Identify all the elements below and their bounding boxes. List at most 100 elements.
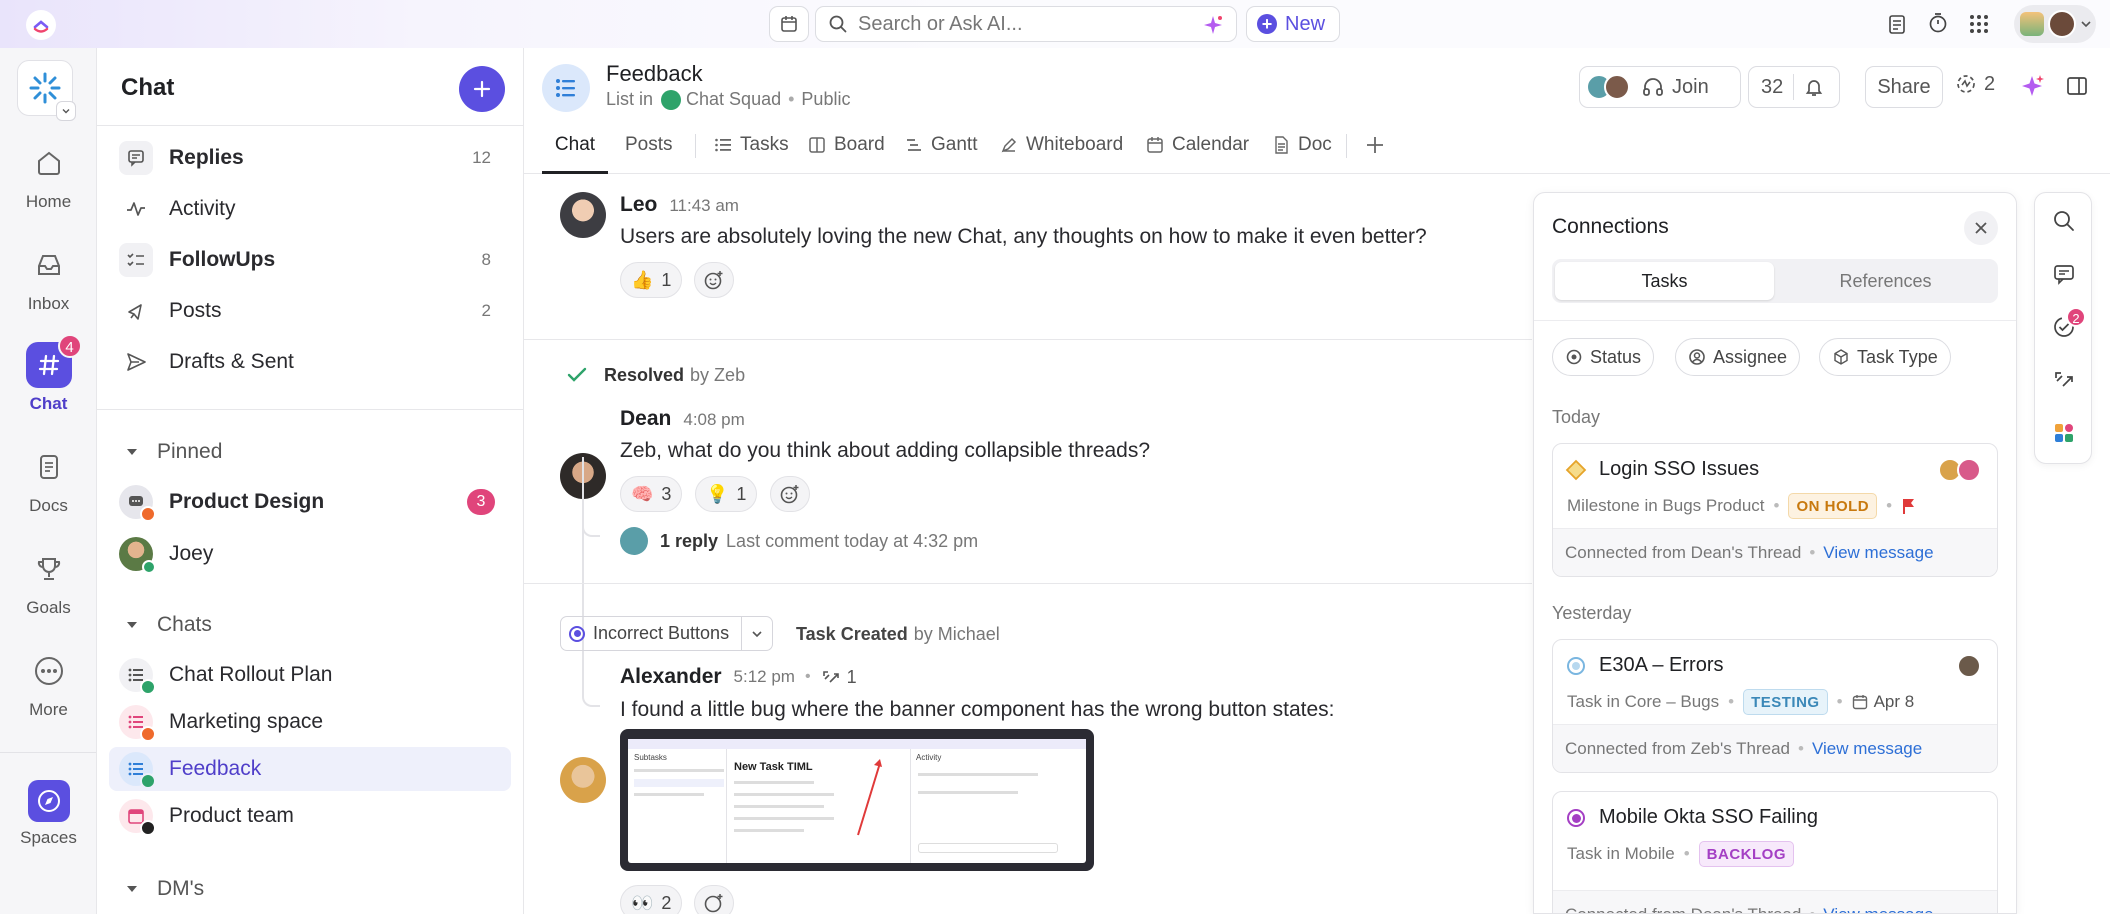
add-reaction-button[interactable] xyxy=(694,262,734,298)
channel-product-team[interactable]: Product team xyxy=(119,794,509,838)
nav-activity[interactable]: Activity xyxy=(119,187,509,231)
ai-agents-button[interactable]: 2 xyxy=(1954,72,1995,96)
dm-joey[interactable]: Joey xyxy=(119,532,509,576)
space-link[interactable]: Chat Squad xyxy=(686,89,781,110)
alexander-avatar[interactable] xyxy=(560,757,606,803)
filter-status[interactable]: Status xyxy=(1552,338,1655,376)
filter-task-type[interactable]: Task Type xyxy=(1819,338,1951,376)
members-join[interactable]: Join xyxy=(1579,66,1741,108)
link-icon[interactable] xyxy=(2052,368,2076,392)
attachment-image[interactable]: Subtasks New Task TIML Activity xyxy=(620,729,1094,871)
reaction-thumbsup[interactable]: 👍 1 xyxy=(620,262,683,298)
workspace-chevron[interactable] xyxy=(56,101,76,121)
tab-posts[interactable]: Posts xyxy=(625,134,673,174)
nav-posts[interactable]: Posts 2 xyxy=(119,289,509,333)
ai-sparkle-icon[interactable] xyxy=(2020,73,2046,99)
nav-followups[interactable]: FollowUps 8 xyxy=(119,238,509,282)
add-reaction-button[interactable] xyxy=(694,885,734,914)
view-message-link[interactable]: View message xyxy=(1812,739,1922,759)
followups-icon xyxy=(119,243,153,277)
tab-tasks-connections[interactable]: Tasks xyxy=(1555,262,1774,300)
rail-spaces[interactable]: Spaces xyxy=(0,780,97,848)
author-name[interactable]: Dean xyxy=(620,407,671,431)
leo-avatar[interactable] xyxy=(560,192,606,238)
filter-label: Task Type xyxy=(1857,346,1938,367)
channel-icon xyxy=(542,64,590,112)
channel-product-design[interactable]: Product Design 3 xyxy=(119,480,509,524)
dm-label: Joey xyxy=(169,542,214,565)
new-chat-button[interactable] xyxy=(459,66,505,112)
apps-grid-icon[interactable] xyxy=(1968,13,1990,35)
author-name[interactable]: Alexander xyxy=(620,665,722,689)
rail-more[interactable]: More xyxy=(0,648,97,720)
close-button[interactable] xyxy=(1964,211,1998,245)
reaction-bulb[interactable]: 💡 1 xyxy=(695,476,758,512)
channel-chat-rollout[interactable]: Chat Rollout Plan xyxy=(119,653,509,697)
view-message-link[interactable]: View message xyxy=(1823,543,1933,563)
tab-board[interactable]: Board xyxy=(808,134,885,174)
channel-label: Product team xyxy=(169,804,294,827)
tab-calendar[interactable]: Calendar xyxy=(1146,134,1249,174)
apps-icon[interactable] xyxy=(2052,421,2076,445)
members-bell[interactable]: 32 xyxy=(1748,66,1840,108)
channel-avatar xyxy=(119,485,156,522)
add-reaction-button[interactable] xyxy=(770,476,810,512)
rail-goals[interactable]: Goals xyxy=(0,546,97,618)
tab-doc[interactable]: Doc xyxy=(1272,134,1332,174)
calendar-button[interactable] xyxy=(769,6,809,42)
dms-header[interactable]: DM's xyxy=(125,877,204,901)
search-icon[interactable] xyxy=(2052,209,2076,233)
notepad-icon[interactable] xyxy=(1886,13,1908,35)
due-date: Apr 8 xyxy=(1873,692,1915,711)
workspace-logo-icon xyxy=(29,72,61,104)
trophy-icon xyxy=(26,546,72,592)
filter-assignee[interactable]: Assignee xyxy=(1675,338,1801,376)
rail-chat[interactable]: 4 Chat xyxy=(0,334,97,414)
task-card[interactable]: E30A – Errors Task in Core – Bugs • TEST… xyxy=(1552,639,1998,773)
sync-icon xyxy=(822,671,839,683)
timer-icon[interactable] xyxy=(1927,12,1949,34)
tab-tasks[interactable]: Tasks xyxy=(714,134,789,174)
milestone-icon xyxy=(1565,459,1587,481)
card-footer: Connected from Dean's Thread • View messag… xyxy=(1553,890,1997,914)
add-view-icon[interactable] xyxy=(1364,134,1386,156)
rail-docs-label: Docs xyxy=(29,496,68,515)
chats-header[interactable]: Chats xyxy=(125,613,212,637)
nav-followups-count: 8 xyxy=(481,250,491,269)
reaction-brain[interactable]: 🧠 3 xyxy=(620,476,683,512)
rail-inbox[interactable]: Inbox xyxy=(0,242,97,314)
nav-drafts[interactable]: Drafts & Sent xyxy=(119,340,509,384)
task-card[interactable]: Mobile Okta SSO Failing Task in Mobile •… xyxy=(1552,791,1998,914)
tab-references[interactable]: References xyxy=(1776,262,1995,300)
connections-panel: Connections Tasks References Status Assi… xyxy=(1533,192,2017,914)
rail-home[interactable]: Home xyxy=(0,140,97,212)
task-chip[interactable]: Incorrect Buttons xyxy=(560,616,774,651)
reaction-eyes[interactable]: 👀 2 xyxy=(620,885,683,914)
thread-replies[interactable]: 1 reply Last comment today at 4:32 pm xyxy=(620,527,978,555)
tab-gantt[interactable]: Gantt xyxy=(905,134,977,174)
author-name[interactable]: Leo xyxy=(620,193,657,217)
visibility-label: Public xyxy=(801,89,851,109)
filter-label: Assignee xyxy=(1713,346,1788,367)
tab-whiteboard[interactable]: Whiteboard xyxy=(1000,134,1123,174)
comments-icon[interactable] xyxy=(2052,262,2076,286)
task-card[interactable]: Login SSO Issues Milestone in Bugs Produ… xyxy=(1552,443,1998,577)
message-text: I found a little bug where the banner co… xyxy=(620,698,1335,721)
user-menu[interactable] xyxy=(2014,5,2096,43)
side-panel-toggle-icon[interactable] xyxy=(2066,75,2088,97)
app-logo[interactable] xyxy=(26,10,56,40)
channel-marketing-space[interactable]: Marketing space xyxy=(119,700,509,744)
tasks-check-icon[interactable]: 2 xyxy=(2052,307,2086,339)
left-rail: Home Inbox 4 Chat Docs Goals More Spaces xyxy=(0,48,97,914)
tab-chat[interactable]: Chat xyxy=(542,134,608,174)
tab-calendar-label: Calendar xyxy=(1172,134,1250,155)
view-message-link[interactable]: View message xyxy=(1823,905,1933,914)
share-button[interactable]: Share xyxy=(1865,66,1943,108)
new-button[interactable]: + New xyxy=(1246,6,1340,42)
rail-docs[interactable]: Docs xyxy=(0,444,97,516)
pinned-header[interactable]: Pinned xyxy=(125,440,222,464)
search-bar[interactable]: Search or Ask AI... xyxy=(815,6,1237,42)
nav-replies[interactable]: Replies 12 xyxy=(119,136,509,180)
channel-feedback[interactable]: Feedback xyxy=(109,747,511,791)
thumbs-up-icon: 👍 xyxy=(631,269,654,290)
